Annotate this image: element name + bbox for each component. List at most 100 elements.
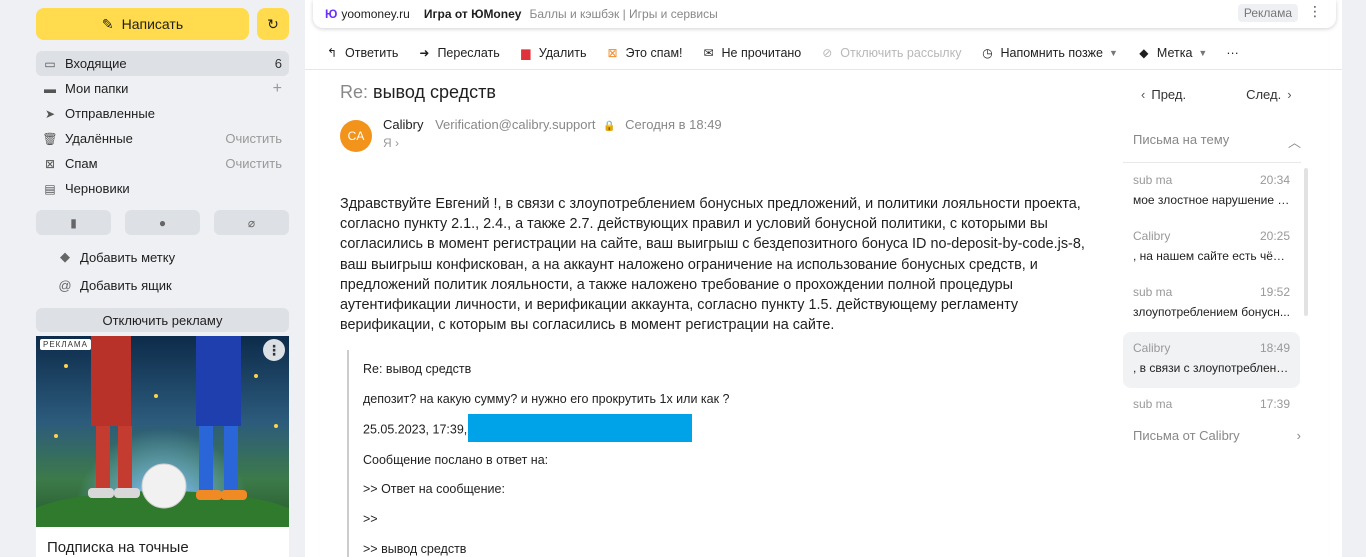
- chevron-right-icon: ›: [1296, 428, 1301, 443]
- quote-reply-msg: >> Ответ на сообщение:: [363, 482, 505, 496]
- chevron-down-icon: ▼: [1108, 48, 1118, 58]
- tag-icon: ◆: [60, 249, 70, 264]
- remind-later-button[interactable]: ◷ Напомнить позже ▼: [980, 46, 1118, 60]
- at-icon: @: [58, 277, 72, 293]
- avatar[interactable]: CA: [340, 120, 372, 152]
- envelope-icon: ✉: [703, 46, 714, 60]
- folder-inbox[interactable]: ▭ Входящие 6: [36, 51, 289, 76]
- quote-subj: >> вывод средств: [363, 542, 467, 556]
- trash-icon: 🗑: [42, 131, 58, 146]
- thread-item[interactable]: sub ma 20:34 мое злостное нарушение п...: [1123, 164, 1300, 220]
- unsubscribe-button[interactable]: ⊘ Отключить рассылку: [820, 46, 961, 60]
- send-icon: ➤: [44, 106, 56, 121]
- reply-icon: ↰: [326, 46, 338, 60]
- promo-banner[interactable]: Ю yoomoney.ru Игра от ЮMoney Баллы и кэш…: [313, 0, 1336, 28]
- folder-sent[interactable]: ➤ Отправленные: [36, 101, 289, 126]
- clear-deleted-button[interactable]: Очистить: [225, 131, 282, 146]
- folder-list: ▭ Входящие 6 ▬ Мои папки + ➤ Отправленны…: [36, 51, 289, 201]
- prev-message-button[interactable]: ‹ Пред.: [1135, 87, 1186, 102]
- thread-scrollbar[interactable]: [1304, 168, 1308, 316]
- delete-button[interactable]: ▆ Удалить: [519, 46, 586, 60]
- ad-badge: РЕКЛАМА: [40, 339, 91, 350]
- thread-header[interactable]: Письма на тему ︿: [1133, 132, 1301, 151]
- spam-icon: ⊠: [44, 156, 56, 171]
- reply-button[interactable]: ↰ Ответить: [325, 46, 398, 60]
- chevron-up-icon: ︿: [1287, 135, 1301, 150]
- unsubscribe-icon: ⊘: [822, 46, 833, 60]
- message-view: Ю yoomoney.ru Игра от ЮMoney Баллы и кэш…: [305, 0, 1342, 557]
- clear-spam-button[interactable]: Очистить: [225, 156, 282, 171]
- more-vertical-icon[interactable]: ⋮: [1308, 3, 1322, 20]
- drafts-icon: ▤: [44, 181, 56, 196]
- sender-line: Calibry Verification@calibry.support 🔒 С…: [383, 117, 722, 132]
- chevron-right-icon: ›: [395, 136, 400, 150]
- message-body: Здравствуйте Евгений !, в связи с злоупо…: [340, 196, 1085, 334]
- disable-ads-button[interactable]: Отключить рекламу: [36, 308, 289, 332]
- folder-deleted[interactable]: 🗑 Удалённые Очистить: [36, 126, 289, 151]
- quote-subject: Re: вывод средств: [363, 362, 472, 376]
- dot-icon: ●: [158, 215, 167, 230]
- filter-unread-button[interactable]: ●: [125, 210, 200, 235]
- lock-icon: 🔒: [603, 121, 616, 132]
- quote-blank: >>: [363, 512, 378, 526]
- thread-item-current[interactable]: Calibry 18:49 , в связи с злоупотребления…: [1123, 332, 1300, 388]
- refresh-icon: ↻: [267, 15, 279, 32]
- add-mailbox-link[interactable]: @ Добавить ящик: [58, 271, 175, 299]
- chevron-down-icon: ▼: [1198, 48, 1208, 58]
- recipient: Я: [383, 136, 392, 150]
- promo-title: Игра от ЮMoney: [423, 7, 522, 21]
- folder-drafts[interactable]: ▤ Черновики: [36, 176, 289, 201]
- promo-site: yoomoney.ru: [341, 7, 410, 21]
- ad-title[interactable]: Подписка на точные: [47, 539, 189, 556]
- refresh-button[interactable]: ↻: [257, 8, 289, 40]
- ad-label: Реклама: [1237, 4, 1298, 22]
- thread-list: sub ma 20:34 мое злостное нарушение п... …: [1123, 164, 1301, 408]
- spam-icon: ⊠: [607, 46, 618, 60]
- more-vertical-icon[interactable]: ⋮: [263, 339, 285, 361]
- add-folder-button[interactable]: +: [273, 80, 282, 98]
- forward-button[interactable]: ➜ Переслать: [417, 46, 499, 60]
- messages-from-sender-link[interactable]: Письма от Calibry ›: [1133, 428, 1301, 443]
- folder-my-folders[interactable]: ▬ Мои папки +: [36, 76, 289, 101]
- message-date: Сегодня в 18:49: [625, 117, 722, 132]
- next-message-button[interactable]: След. ›: [1246, 87, 1297, 102]
- filter-attachments-button[interactable]: ⌀: [214, 210, 289, 235]
- inbox-icon: ▭: [44, 56, 56, 71]
- right-gutter: [1342, 0, 1366, 557]
- mark-unread-button[interactable]: ✉ Не прочитано: [702, 46, 801, 60]
- left-sidebar: ✎ Написать ↻ ▭ Входящие 6 ▬ Мои папки + …: [0, 0, 305, 557]
- sender-email[interactable]: Verification@calibry.support: [435, 117, 595, 132]
- pencil-icon: ✎: [101, 15, 114, 32]
- sidebar-ad[interactable]: РЕКЛАМА ⋮ Подписка на точные: [36, 336, 289, 557]
- clock-icon: ◷: [982, 46, 993, 60]
- quoted-message: Re: вывод средств депозит? на какую сумм…: [347, 350, 747, 557]
- message-toolbar: ↰ Ответить ➜ Переслать ▆ Удалить ⊠ Это спам!…: [305, 37, 1342, 70]
- recipient-line[interactable]: Я ›: [383, 136, 399, 150]
- promo-description: Баллы и кэшбэк | Игры и сервисы: [529, 7, 718, 21]
- thread-item[interactable]: sub ma 19:52 злоупотреблением бонусн...: [1123, 276, 1300, 332]
- ad-image[interactable]: РЕКЛАМА ⋮: [36, 336, 289, 527]
- folder-icon: ▬: [44, 81, 56, 96]
- filter-important-button[interactable]: ▮: [36, 210, 111, 235]
- label-button[interactable]: ◆ Метка ▼: [1137, 46, 1207, 60]
- bookmark-icon: ▮: [70, 215, 77, 230]
- quote-datetime-line: 25.05.2023, 17:39,: [363, 414, 693, 444]
- sidebar-links: ◆ Добавить метку @ Добавить ящик: [58, 243, 175, 299]
- spam-button[interactable]: ⊠ Это спам!: [605, 46, 682, 60]
- unread-count: 6: [274, 56, 282, 71]
- quote-reply-to: Сообщение послано в ответ на:: [363, 453, 549, 467]
- quote-question: депозит? на какую сумму? и нужно его про…: [363, 392, 730, 406]
- add-label-link[interactable]: ◆ Добавить метку: [58, 243, 175, 271]
- compose-button[interactable]: ✎ Написать: [36, 8, 249, 40]
- more-horizontal-icon: ···: [1226, 46, 1239, 60]
- message-subject: Re: вывод средств: [340, 82, 496, 102]
- more-actions-button[interactable]: ···: [1226, 46, 1239, 60]
- thread-item[interactable]: Calibry 20:25 , на нашем сайте есть чётк.…: [1123, 220, 1300, 276]
- thread-item[interactable]: sub ma 17:39: [1123, 388, 1300, 408]
- paperclip-icon: ⌀: [247, 215, 256, 230]
- divider: [1123, 162, 1301, 163]
- folder-spam[interactable]: ⊠ Спам Очистить: [36, 151, 289, 176]
- sender-name[interactable]: Calibry: [383, 117, 423, 132]
- football-illustration: [36, 336, 289, 527]
- chevron-right-icon: ›: [1287, 87, 1292, 102]
